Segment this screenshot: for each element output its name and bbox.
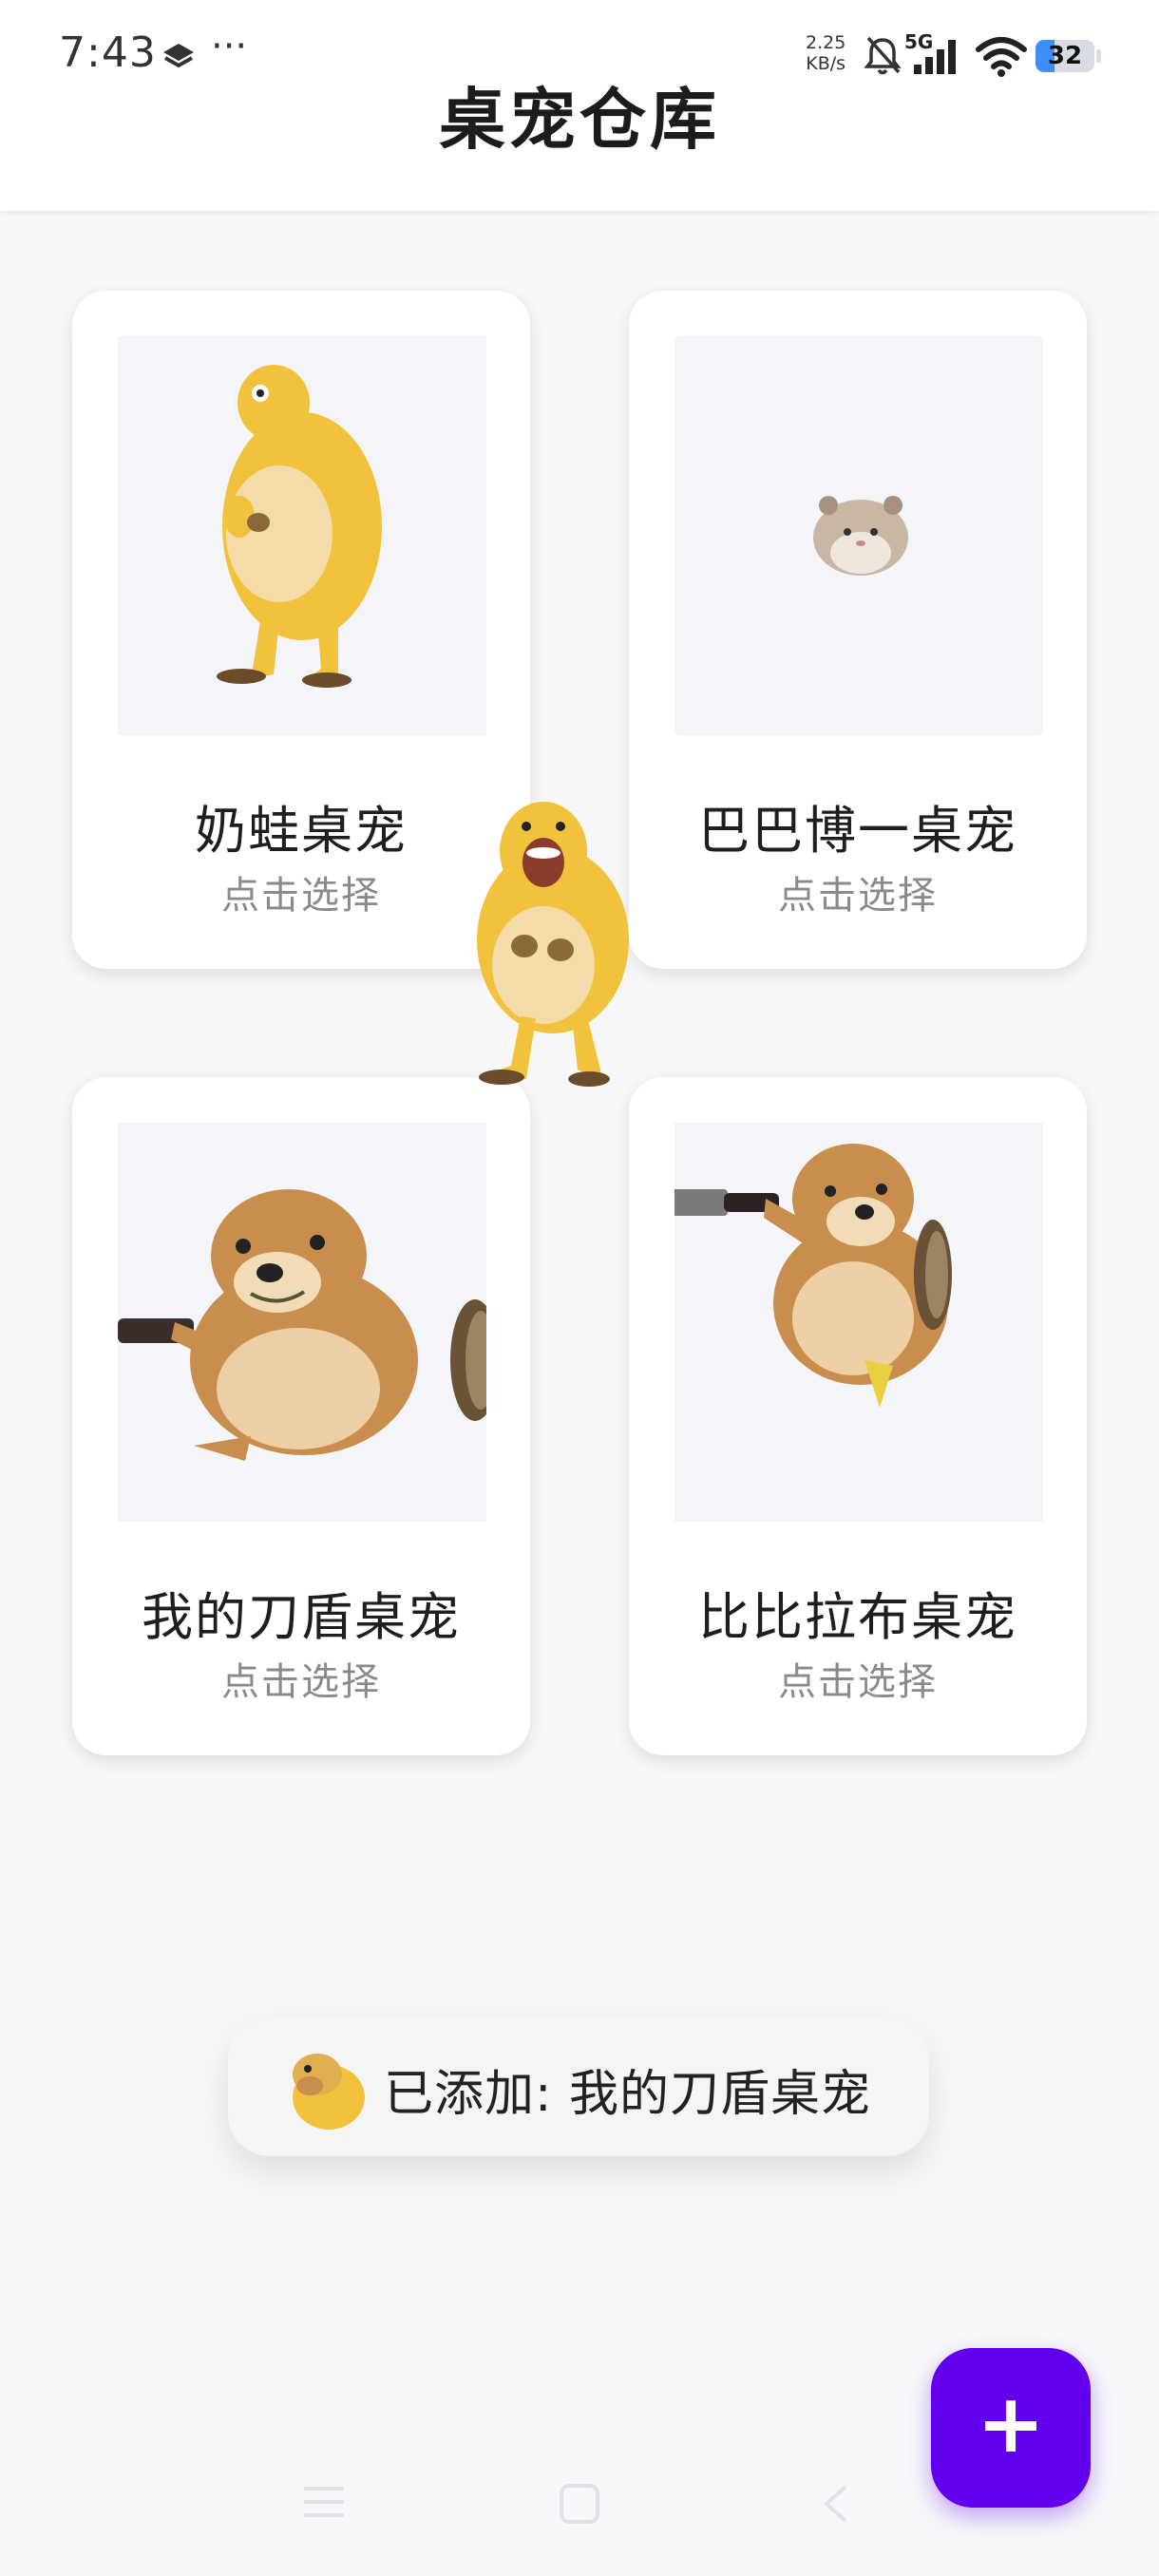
pet-image-hamster (674, 336, 1043, 735)
pet-select-hint: 点击选择 (778, 874, 938, 918)
pet-name: 奶蛙桌宠 (195, 801, 408, 861)
pet-image-shield-dog (118, 1123, 500, 1522)
app-header: 7:43 ··· 2.25 KB/s 5G 32 桌宠仓库 (0, 0, 1159, 211)
page-title: 桌宠仓库 (439, 81, 720, 159)
pet-select-hint: 点击选择 (221, 1660, 381, 1704)
pet-name: 比比拉布桌宠 (698, 1587, 1017, 1647)
shield-dog-thumbnail (293, 2054, 365, 2130)
pet-card-hamster[interactable]: 巴巴博一桌宠 点击选择 (629, 291, 1087, 969)
pet-select-hint: 点击选择 (778, 1660, 938, 1704)
more-icon: ··· (211, 25, 248, 68)
pet-name: 巴巴博一桌宠 (698, 801, 1017, 861)
menu-nav-icon[interactable] (302, 2483, 346, 2521)
toast-added: 已添加: 我的刀盾桌宠 (228, 2017, 929, 2156)
home-nav-icon[interactable] (559, 2483, 600, 2525)
net-speed-value: 2.25 (806, 32, 846, 53)
pet-image-frog (118, 336, 486, 735)
pet-name: 我的刀盾桌宠 (142, 1587, 461, 1647)
pet-card-bibilabu[interactable]: 比比拉布桌宠 点击选择 (629, 1077, 1087, 1755)
floating-desktop-pet[interactable] (467, 798, 638, 1094)
add-pet-button[interactable]: + (931, 2348, 1091, 2508)
back-nav-icon[interactable] (821, 2483, 849, 2525)
pet-card-shield-dog[interactable]: 我的刀盾桌宠 点击选择 (72, 1077, 530, 1755)
pet-image-bibilabu (671, 1123, 1043, 1522)
battery-cap (1096, 49, 1101, 63)
toast-text: 已添加: 我的刀盾桌宠 (384, 2066, 872, 2123)
pet-select-hint: 点击选择 (221, 874, 381, 918)
pet-card-frog[interactable]: 奶蛙桌宠 点击选择 (72, 291, 530, 969)
